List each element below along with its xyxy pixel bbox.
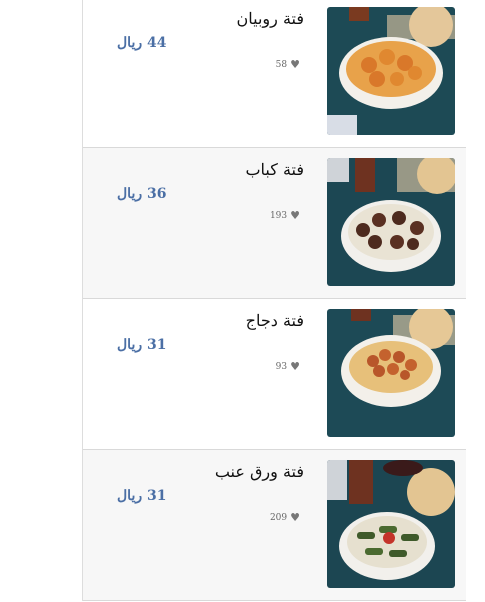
- dish-image-chicken-fatteh[interactable]: [327, 309, 455, 437]
- dish-name[interactable]: فتة روبيان: [237, 9, 305, 28]
- heart-icon[interactable]: ♥: [290, 59, 300, 70]
- dish-price: 36 ريال: [117, 186, 167, 202]
- dish-price: 31 ريال: [117, 488, 167, 504]
- likes-count[interactable]: 193 ♥: [270, 210, 300, 221]
- dish-name[interactable]: فتة ورق عنب: [215, 462, 304, 481]
- likes-number: 209: [269, 512, 288, 523]
- dish-price: 44 ريال: [117, 35, 167, 51]
- menu-item[interactable]: فتة دجاج 31 ريال 93 ♥: [83, 299, 466, 450]
- heart-icon[interactable]: ♥: [290, 361, 300, 372]
- menu-list: فتة روبيان 44 ريال 58 ♥ فتة كباب 36 ريال…: [82, 0, 466, 601]
- likes-count[interactable]: 58 ♥: [276, 59, 300, 70]
- heart-icon[interactable]: ♥: [290, 210, 300, 221]
- heart-icon[interactable]: ♥: [290, 512, 300, 523]
- dish-image-shrimp-fatteh[interactable]: [327, 7, 455, 135]
- likes-number: 93: [275, 361, 288, 372]
- dish-price: 31 ريال: [117, 337, 167, 353]
- dish-image-grape-leaves-fatteh[interactable]: [327, 460, 455, 588]
- likes-count[interactable]: 93 ♥: [276, 361, 300, 372]
- menu-item[interactable]: فتة ورق عنب 31 ريال 209 ♥: [83, 450, 466, 601]
- menu-item[interactable]: فتة روبيان 44 ريال 58 ♥: [83, 0, 466, 148]
- dish-name[interactable]: فتة دجاج: [246, 311, 304, 330]
- dish-name[interactable]: فتة كباب: [245, 160, 304, 179]
- likes-count[interactable]: 209 ♥: [270, 512, 300, 523]
- likes-number: 58: [275, 59, 288, 70]
- menu-item[interactable]: فتة كباب 36 ريال 193 ♥: [83, 148, 466, 299]
- dish-image-kebab-fatteh[interactable]: [327, 158, 455, 286]
- likes-number: 193: [269, 210, 288, 221]
